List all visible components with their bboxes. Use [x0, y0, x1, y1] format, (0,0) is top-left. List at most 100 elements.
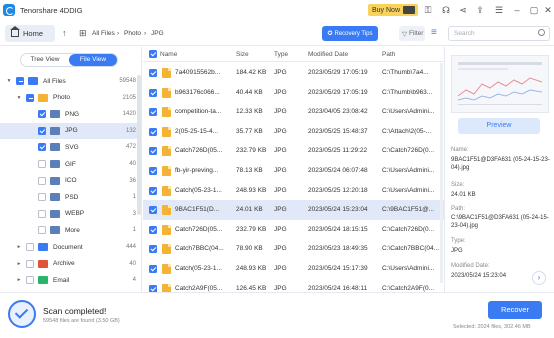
maximize-icon[interactable]: ▢ — [529, 5, 539, 15]
minimize-icon[interactable]: – — [512, 5, 522, 15]
tree-item[interactable]: ▸ Document 444 — [0, 239, 142, 255]
row-checkbox[interactable] — [149, 186, 157, 195]
tree-item[interactable]: SVG 472 — [0, 139, 142, 155]
tree-item[interactable]: PNG 1420 — [0, 106, 142, 122]
tree-checkbox[interactable] — [38, 126, 46, 135]
preview-button[interactable]: Preview — [458, 118, 540, 134]
list-view-icon[interactable]: ≡ — [431, 27, 443, 40]
row-checkbox[interactable] — [149, 69, 157, 77]
tree-checkbox[interactable] — [38, 209, 46, 218]
row-checkbox[interactable] — [149, 88, 157, 97]
column-path[interactable]: Path — [382, 51, 395, 58]
scan-title: Scan completed! — [43, 306, 107, 316]
tree-checkbox[interactable] — [16, 77, 24, 85]
caret-down-icon[interactable]: ▾ — [16, 95, 22, 101]
home-label: Home — [23, 29, 44, 38]
column-size[interactable]: Size — [236, 51, 249, 58]
breadcrumb-all-files[interactable]: All Files — [92, 30, 115, 37]
row-checkbox[interactable] — [149, 167, 157, 175]
filter-button[interactable]: ▽ Filter — [399, 26, 425, 41]
tree-checkbox[interactable] — [26, 259, 34, 268]
table-row[interactable]: 7a40915562b... 184.42 KB JPG 2023/05/29 17:… — [143, 63, 444, 83]
tree-checkbox[interactable] — [38, 160, 46, 168]
tree-item[interactable]: GIF 40 — [0, 156, 142, 172]
row-checkbox[interactable] — [149, 147, 157, 156]
tree-view-tab[interactable]: Tree View — [21, 54, 69, 66]
row-checkbox[interactable] — [149, 108, 157, 117]
tree-checkbox[interactable] — [38, 143, 46, 152]
file-name: 2(05-25-15-4... — [175, 127, 218, 135]
column-type[interactable]: Type — [274, 51, 288, 58]
table-row[interactable]: fb-yir-preving... 78.13 KB JPG 2023/05/24 0… — [143, 161, 444, 181]
caret-right-icon[interactable]: ▸ — [16, 244, 22, 250]
tree-checkbox[interactable] — [26, 276, 34, 285]
folder-tree-panel: Tree View File View ▾ All Files 59548 ▾ Phot… — [0, 47, 142, 292]
tree-item[interactable]: ▸ Email 4 — [0, 272, 142, 288]
column-name[interactable]: Name — [160, 51, 177, 58]
tree-checkbox[interactable] — [38, 226, 46, 235]
tree-checkbox[interactable] — [38, 110, 46, 119]
tree-item[interactable]: ▸ Archive 40 — [0, 256, 142, 272]
folder-tree-icon: ⊞ — [79, 28, 87, 38]
file-type: JPG — [274, 167, 287, 174]
row-checkbox[interactable] — [149, 206, 157, 215]
row-checkbox[interactable] — [149, 225, 157, 234]
tree-item-label: All Files — [43, 77, 66, 85]
table-row[interactable]: Catch726D(05... 232.79 KB JPG 2023/05/24 18… — [143, 220, 444, 240]
caret-right-icon[interactable]: ▸ — [16, 261, 22, 267]
tree-item-count: 472 — [125, 144, 136, 151]
next-chevron-icon[interactable]: › — [532, 271, 546, 285]
row-checkbox[interactable] — [149, 265, 157, 273]
upload-icon[interactable]: ⇪ — [475, 5, 485, 15]
breadcrumb-jpg[interactable]: JPG — [151, 30, 164, 37]
tree-item[interactable]: More 1 — [0, 222, 142, 238]
table-row[interactable]: Catch7BBC(04... 78.90 KB JPG 2023/05/23 18:… — [143, 239, 444, 259]
file-size: 126.45 KB — [236, 284, 267, 292]
table-row[interactable]: b963176c066... 40.44 KB JPG 2023/05/29 17:0… — [143, 83, 444, 103]
recovery-tips-button[interactable]: ✪ Recovery Tips — [322, 26, 378, 41]
tree-item[interactable]: ▾ All Files 59548 — [0, 73, 142, 89]
tree-item[interactable]: JPG 132 — [0, 122, 142, 139]
table-row[interactable]: competition-ta... 12.33 KB JPG 2023/04/05 2… — [143, 102, 444, 122]
tree-item[interactable]: PSD 1 — [0, 189, 142, 205]
tree-checkbox[interactable] — [38, 193, 46, 202]
tree-checkbox[interactable] — [26, 243, 34, 251]
tree-checkbox[interactable] — [26, 93, 34, 102]
search-input[interactable]: Search — [448, 26, 550, 41]
tree-item[interactable]: ICO 36 — [0, 173, 142, 189]
menu-icon[interactable]: ☰ — [494, 5, 504, 15]
thumbnail-image — [452, 56, 548, 112]
table-row[interactable]: Catch726D(05... 232.79 KB JPG 2023/05/25 11… — [143, 141, 444, 161]
tree-checkbox[interactable] — [38, 176, 46, 185]
buy-now-button[interactable]: Buy Now — [368, 4, 418, 16]
row-checkbox[interactable] — [149, 284, 157, 292]
close-icon[interactable]: ✕ — [543, 5, 553, 15]
tree-item[interactable]: ▾ Photo 2105 — [0, 90, 142, 106]
home-button[interactable]: Home — [5, 25, 55, 42]
caret-right-icon[interactable]: ▸ — [16, 277, 22, 283]
share-icon[interactable]: ⋖ — [458, 5, 468, 15]
row-checkbox[interactable] — [149, 245, 157, 254]
file-path: C:\Thumb\b963... — [382, 88, 433, 96]
headset-icon[interactable]: ☊ — [441, 5, 451, 15]
up-arrow-icon[interactable]: ↑ — [62, 29, 67, 38]
row-checkbox[interactable] — [149, 127, 157, 136]
table-scrollbar[interactable] — [440, 63, 443, 283]
file-table: Name Size Type Modified Date Path 7a4091… — [143, 47, 444, 292]
caret-down-icon[interactable]: ▾ — [6, 78, 12, 84]
table-row[interactable]: 9BAC1F51(D... 24.01 KB JPG 2023/05/24 15:23… — [143, 200, 444, 221]
file-view-tab[interactable]: File View — [69, 54, 117, 66]
key-icon[interactable]: ⚿ — [423, 5, 433, 15]
breadcrumb-photo[interactable]: Photo — [124, 30, 141, 37]
tree-scrollbar[interactable] — [137, 75, 141, 215]
table-row[interactable]: Catch(05-23-1... 248.93 KB JPG 2023/05/24 1… — [143, 259, 444, 279]
table-row[interactable]: 2(05-25-15-4... 35.77 KB JPG 2023/05/25 15:… — [143, 122, 444, 142]
column-modified-date[interactable]: Modified Date — [308, 51, 348, 58]
gift-icon — [403, 6, 415, 14]
select-all-checkbox[interactable] — [149, 50, 157, 58]
recover-button[interactable]: Recover — [488, 301, 542, 319]
table-row[interactable]: Catch(05-23-1... 248.93 KB JPG 2023/05/25 1… — [143, 181, 444, 201]
table-row[interactable]: Catch2A9F(05... 126.45 KB JPG 2023/05/24 16… — [143, 279, 444, 292]
tree-item[interactable]: WEBP 3 — [0, 206, 142, 222]
file-type: JPG — [274, 108, 287, 116]
